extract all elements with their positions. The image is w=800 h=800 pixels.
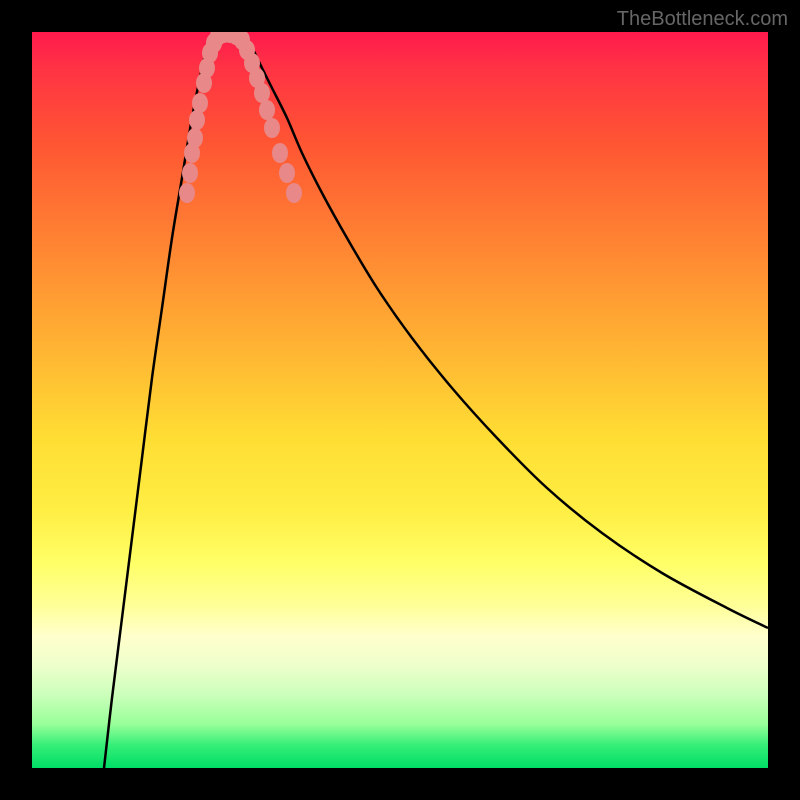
- data-point: [279, 163, 295, 183]
- data-point: [187, 128, 203, 148]
- data-point: [272, 143, 288, 163]
- data-point: [179, 183, 195, 203]
- right-curve: [237, 32, 768, 628]
- chart-plot-area: [32, 32, 768, 768]
- data-point: [189, 110, 205, 130]
- data-point: [286, 183, 302, 203]
- watermark-text: TheBottleneck.com: [617, 8, 788, 31]
- scatter-points: [179, 32, 302, 203]
- data-point: [264, 118, 280, 138]
- data-point: [254, 83, 270, 103]
- chart-svg: [32, 32, 768, 768]
- data-point: [259, 100, 275, 120]
- curve-lines: [104, 32, 768, 768]
- left-curve: [104, 32, 222, 768]
- data-point: [192, 93, 208, 113]
- data-point: [182, 163, 198, 183]
